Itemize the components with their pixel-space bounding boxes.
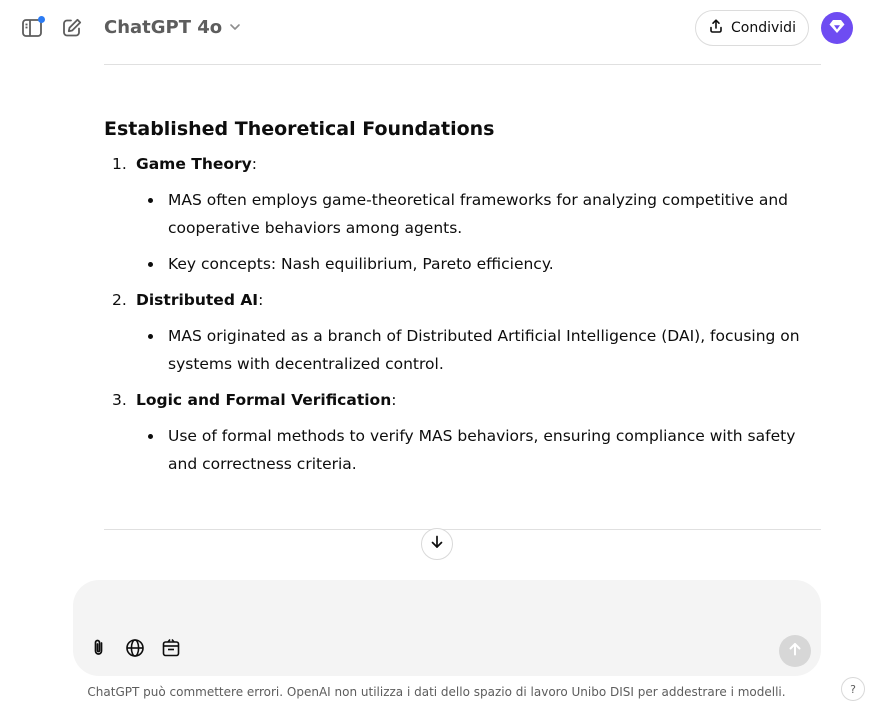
arrow-up-icon: [787, 641, 803, 661]
list-number: 1.: [112, 155, 127, 173]
list-item: 1. Game Theory: MAS often employs game-t…: [104, 150, 821, 278]
globe-icon: [125, 638, 145, 662]
new-chat-button[interactable]: [58, 14, 86, 42]
list-item-suffix: :: [251, 155, 257, 173]
paperclip-icon: [89, 638, 109, 662]
list-item-heading: Logic and Formal Verification:: [136, 386, 821, 414]
message-input[interactable]: [97, 594, 777, 620]
list-item-suffix: :: [258, 291, 264, 309]
disclaimer-text: ChatGPT può commettere errori. OpenAI no…: [87, 685, 786, 699]
divider-bottom: [104, 529, 821, 530]
notification-dot: [38, 16, 45, 23]
attach-button[interactable]: [87, 638, 111, 662]
list-item-heading: Distributed AI:: [136, 286, 821, 314]
sidebar-toggle-button[interactable]: [18, 14, 46, 42]
arrow-down-icon: [429, 534, 445, 554]
list-item: 3. Logic and Formal Verification: Use of…: [104, 386, 821, 478]
share-button[interactable]: Condividi: [695, 10, 809, 46]
assistant-message: Established Theoretical Foundations 1. G…: [104, 114, 821, 486]
scroll-to-bottom-button[interactable]: [421, 528, 453, 560]
bullet-list: MAS often employs game-theoretical frame…: [136, 186, 821, 278]
gpt-diamond-icon: [828, 17, 846, 39]
list-item-suffix: :: [391, 391, 397, 409]
bullet-item: Key concepts: Nash equilibrium, Pareto e…: [136, 250, 821, 278]
avatar[interactable]: [821, 12, 853, 44]
bullet-list: MAS originated as a branch of Distribute…: [136, 322, 821, 378]
share-upload-icon: [708, 18, 724, 38]
message-composer: [73, 580, 821, 676]
list-item-title: Distributed AI: [136, 291, 259, 309]
list-item-title: Game Theory: [136, 155, 252, 173]
top-bar: ChatGPT 4o Condividi: [0, 0, 873, 56]
divider-top: [104, 64, 821, 65]
chevron-down-icon: [228, 19, 242, 38]
list-item-title: Logic and Formal Verification: [136, 391, 392, 409]
send-button[interactable]: [779, 635, 811, 667]
model-name: ChatGPT 4o: [104, 17, 223, 38]
edit-icon: [61, 17, 83, 39]
bullet-item: MAS originated as a branch of Distribute…: [136, 322, 821, 378]
list-item-heading: Game Theory:: [136, 150, 821, 178]
list-number: 3.: [112, 391, 127, 409]
help-button[interactable]: ?: [841, 677, 865, 701]
model-selector[interactable]: ChatGPT 4o: [104, 16, 242, 40]
bullet-list: Use of formal methods to verify MAS beha…: [136, 422, 821, 478]
search-web-button[interactable]: [123, 638, 147, 662]
list-number: 2.: [112, 291, 127, 309]
canvas-button[interactable]: [159, 638, 183, 662]
share-label: Condividi: [731, 20, 796, 36]
bullet-item: MAS often employs game-theoretical frame…: [136, 186, 821, 242]
canvas-icon: [161, 638, 181, 662]
section-title: Established Theoretical Foundations: [104, 118, 495, 140]
list-item: 2. Distributed AI: MAS originated as a b…: [104, 286, 821, 378]
bullet-item: Use of formal methods to verify MAS beha…: [136, 422, 821, 478]
